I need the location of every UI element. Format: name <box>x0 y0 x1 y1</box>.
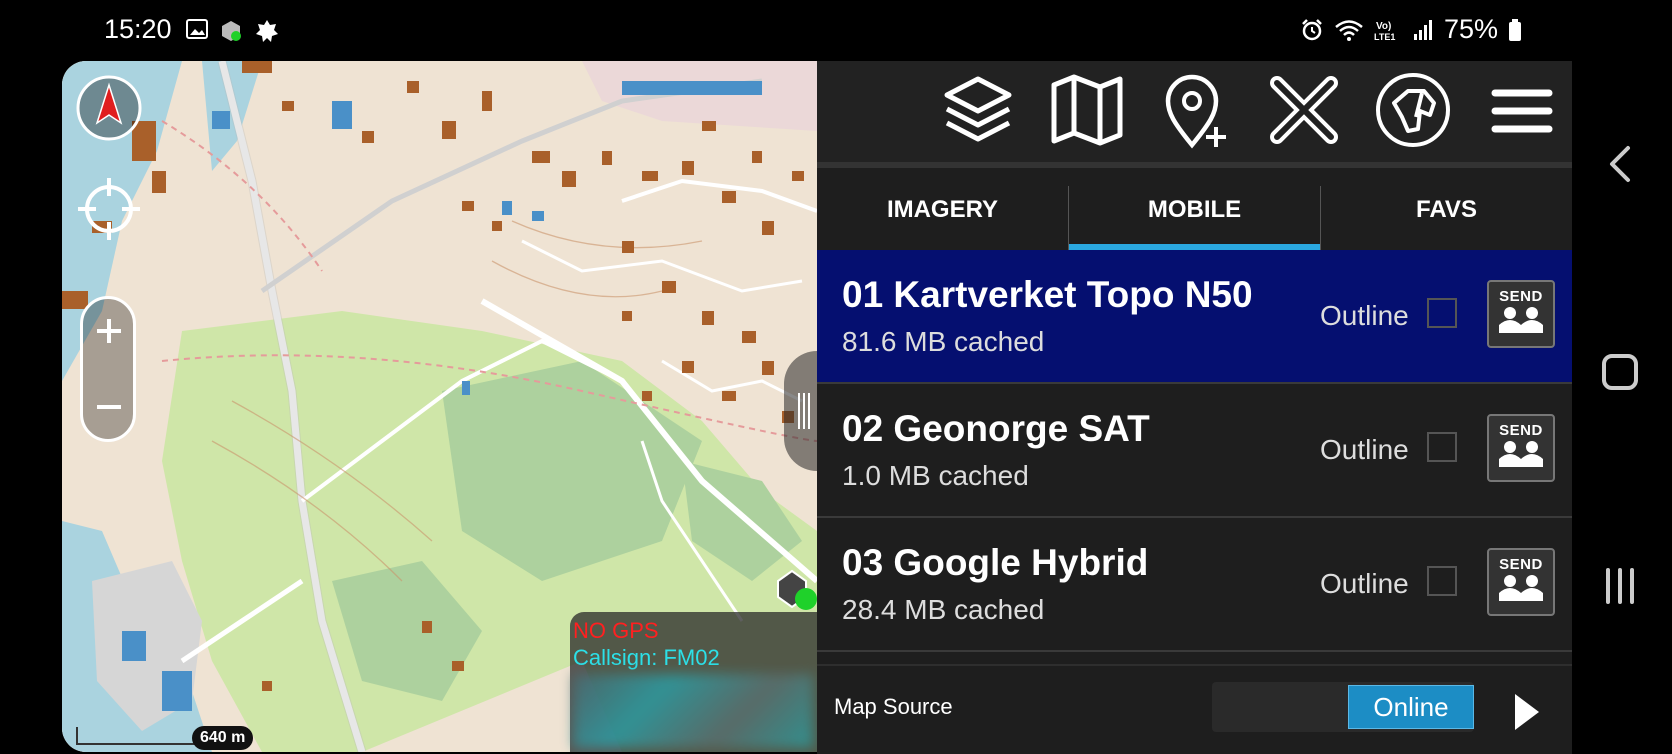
send-label: SEND <box>1499 422 1543 439</box>
outline-label: Outline <box>1320 568 1409 599</box>
layer-toolbar <box>817 61 1572 162</box>
self-marker-icon[interactable] <box>772 567 817 611</box>
blurred-coordinates <box>573 674 813 748</box>
wifi-icon <box>1335 19 1363 41</box>
send-people-icon <box>1499 441 1543 467</box>
send-label: SEND <box>1499 288 1543 305</box>
map-icon[interactable] <box>1046 69 1128 151</box>
map-scale-bar <box>76 727 198 745</box>
map-source-footer: Map Source Online <box>817 664 1572 754</box>
send-button[interactable]: SEND <box>1487 548 1555 616</box>
tab-favs[interactable]: FAVS <box>1321 168 1572 252</box>
add-point-icon[interactable] <box>1154 69 1236 151</box>
send-people-icon <box>1499 575 1543 601</box>
status-bar: 15:20 Vo) LTE1 75% <box>0 0 1672 60</box>
zoom-in-icon[interactable] <box>95 317 123 345</box>
battery-icon <box>1509 18 1521 41</box>
outline-label: Outline <box>1320 434 1409 465</box>
outline-checkbox[interactable] <box>1427 432 1457 462</box>
map-source-label: Map Source <box>834 694 953 719</box>
gps-status: NO GPS <box>573 618 659 643</box>
outline-label: Outline <box>1320 300 1409 331</box>
layer-row-2[interactable]: 02 Geonorge SAT 1.0 MB cached Outline SE… <box>817 384 1572 518</box>
compass-icon[interactable] <box>74 73 144 143</box>
map-scale-label: 640 m <box>192 726 254 750</box>
send-button[interactable]: SEND <box>1487 280 1555 348</box>
home-icon[interactable] <box>1600 352 1640 392</box>
layer-cache-size: 1.0 MB cached <box>842 460 1029 491</box>
signal-icon <box>1413 19 1432 40</box>
close-icon[interactable] <box>1263 69 1345 151</box>
recents-icon[interactable] <box>1600 566 1640 606</box>
tab-imagery[interactable]: IMAGERY <box>817 168 1068 252</box>
layer-title: 03 Google Hybrid <box>842 542 1149 583</box>
layer-row-1[interactable]: 01 Kartverket Topo N50 81.6 MB cached Ou… <box>817 250 1572 384</box>
image-icon <box>186 19 208 39</box>
layer-title: 01 Kartverket Topo N50 <box>842 274 1253 315</box>
system-nav-bar <box>1572 60 1672 752</box>
locate-icon[interactable] <box>74 174 144 244</box>
layers-icon[interactable] <box>937 69 1019 151</box>
outline-checkbox[interactable] <box>1427 566 1457 596</box>
map-source-value: Online <box>1373 691 1449 722</box>
svg-text:Vo): Vo) <box>1376 21 1391 32</box>
alarm-icon <box>1302 18 1322 40</box>
svg-text:LTE1: LTE1 <box>1374 32 1395 42</box>
map-source-online-button[interactable]: Online <box>1348 685 1474 729</box>
dog-icon[interactable] <box>1372 69 1454 151</box>
send-button[interactable]: SEND <box>1487 414 1555 482</box>
zoom-out-icon[interactable] <box>95 393 123 421</box>
layer-title: 02 Geonorge SAT <box>842 408 1150 449</box>
status-icons-right: Vo) LTE1 75% <box>1300 14 1522 45</box>
status-time: 15:20 <box>104 14 172 44</box>
play-arrow-icon[interactable] <box>1507 690 1547 734</box>
panel-drag-handle[interactable] <box>784 351 817 471</box>
layer-cache-size: 28.4 MB cached <box>842 594 1045 625</box>
battery-percent: 75% <box>1443 14 1498 44</box>
map-source-toggle[interactable]: Online <box>1212 682 1474 732</box>
tak-icon <box>222 21 241 41</box>
callsign-label: Callsign: FM02 <box>573 645 720 670</box>
status-icons-left <box>186 18 280 44</box>
zoom-control[interactable] <box>80 296 136 442</box>
tab-favs-label: FAVS <box>1416 196 1477 223</box>
gps-info-overlay: NO GPS Callsign: FM02 <box>570 612 817 752</box>
tab-imagery-label: IMAGERY <box>886 196 999 223</box>
tab-mobile[interactable]: MOBILE <box>1069 168 1320 252</box>
tab-mobile-label: MOBILE <box>1147 196 1242 223</box>
layer-cache-size: 81.6 MB cached <box>842 326 1045 357</box>
back-icon[interactable] <box>1604 144 1638 184</box>
send-people-icon <box>1499 307 1543 333</box>
volte-icon: Vo)LTE1 <box>1374 21 1395 42</box>
map-view[interactable]: NO GPS Callsign: FM02 640 m <box>62 61 817 752</box>
send-label: SEND <box>1499 556 1543 573</box>
outline-checkbox[interactable] <box>1427 298 1457 328</box>
layer-manager-panel: IMAGERY MOBILE FAVS 01 Kartverket Topo N… <box>817 61 1572 754</box>
layer-row-3[interactable]: 03 Google Hybrid 28.4 MB cached Outline … <box>817 518 1572 652</box>
menu-icon[interactable] <box>1481 69 1563 151</box>
settings-flower-icon <box>256 20 278 42</box>
